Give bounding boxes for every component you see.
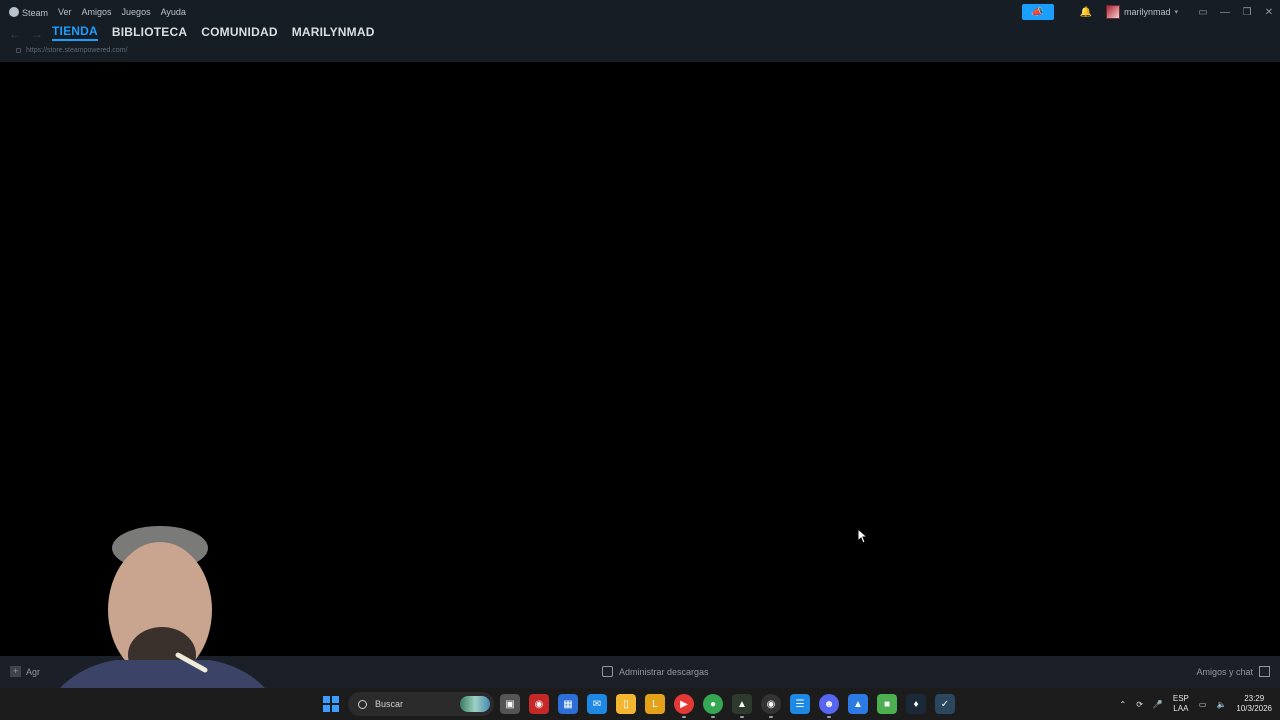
search-highlight-image <box>460 696 490 712</box>
title-bar: Steam Ver Amigos Juegos Ayuda 📣 🔔 marily… <box>0 0 1280 24</box>
steam-icon[interactable]: ✓ <box>935 694 955 714</box>
window-controls-area: 📣 🔔 marilynmad ▾ ▭ — ❐ ✕ <box>1021 0 1280 24</box>
chevron-up-icon[interactable]: ⌃ <box>1119 700 1126 709</box>
manage-downloads-label: Administrar descargas <box>619 666 709 677</box>
download-icon <box>602 666 613 677</box>
network-icon[interactable]: ▭ <box>1199 700 1207 709</box>
obs-icon[interactable]: ◉ <box>761 694 781 718</box>
menu-juegos[interactable]: Juegos <box>122 7 151 17</box>
url-display: https://store.steampowered.com/ <box>16 47 128 54</box>
photos-icon[interactable]: ▲ <box>848 694 868 714</box>
windows-logo-icon <box>332 705 339 712</box>
url-text: https://store.steampowered.com/ <box>26 47 128 54</box>
menu-bar: Steam Ver Amigos Juegos Ayuda <box>0 6 186 18</box>
manage-downloads-button[interactable]: Administrar descargas <box>602 666 709 677</box>
clock-date: 10/3/2026 <box>1236 704 1272 713</box>
chevron-down-icon: ▾ <box>1174 9 1178 16</box>
menu-ayuda[interactable]: Ayuda <box>161 7 186 17</box>
tab-biblioteca[interactable]: BIBLIOTECA <box>112 25 187 39</box>
lock-icon <box>16 48 21 53</box>
store-icon[interactable]: ▦ <box>558 694 578 714</box>
chrome-icon[interactable]: ● <box>703 694 723 718</box>
start-button[interactable] <box>323 696 339 712</box>
minimize-icon: — <box>1220 6 1230 18</box>
friends-chat-button[interactable]: Amigos y chat <box>1196 666 1270 677</box>
mouse-cursor-icon <box>857 528 869 544</box>
menu-ver[interactable]: Ver <box>58 7 72 17</box>
search-label: Buscar <box>375 699 404 709</box>
antivirus-icon[interactable]: ◉ <box>529 694 549 714</box>
megaphone-icon: 📣 <box>1031 6 1044 18</box>
close-button[interactable]: ✕ <box>1258 0 1280 24</box>
history-arrows: ← → <box>9 27 43 41</box>
task-view-icon[interactable]: ▣ <box>500 694 520 714</box>
discord-icon[interactable]: ☻ <box>819 694 839 718</box>
taskbar-apps: ▣ ◉ ▦ ✉ ▯ L ▶ ● ▲ ◉ ☰ ☻ ▲ ■ ♦ ✓ <box>500 694 955 718</box>
system-tray: ⌃ ⟳ 🎤 ESP LAA ▭ 🔈 23:29 10/3/2026 <box>1119 688 1272 720</box>
restore-icon: ❐ <box>1242 6 1252 18</box>
menu-amigos[interactable]: Amigos <box>82 7 112 17</box>
monitor-icon: ▭ <box>1198 6 1208 18</box>
tab-profile[interactable]: MARILYNMAD <box>292 25 375 39</box>
lol-client-icon[interactable]: L <box>645 694 665 714</box>
clock[interactable]: 23:29 10/3/2026 <box>1236 694 1272 714</box>
windows-logo-icon <box>332 696 339 703</box>
username-label: marilynmad <box>1123 7 1171 17</box>
windows-logo-icon <box>323 705 330 712</box>
bell-icon: 🔔 <box>1079 6 1092 18</box>
file-explorer-icon[interactable]: ▯ <box>616 694 636 714</box>
lang-bottom: LAA <box>1173 704 1189 713</box>
nvidia-icon[interactable]: ▲ <box>732 694 752 718</box>
friends-chat-label: Amigos y chat <box>1196 666 1253 677</box>
big-picture-button[interactable]: ▭ <box>1192 0 1214 24</box>
avatar <box>1105 5 1120 19</box>
main-tabs: TIENDA BIBLIOTECA COMUNIDAD MARILYNMAD <box>52 24 375 41</box>
search-icon <box>358 699 367 709</box>
close-icon: ✕ <box>1264 6 1274 18</box>
forward-arrow-icon[interactable]: → <box>31 27 43 41</box>
restore-button[interactable]: ❐ <box>1236 0 1258 24</box>
windows-logo-icon <box>323 696 330 703</box>
tab-tienda[interactable]: TIENDA <box>52 24 98 41</box>
windows-taskbar: Buscar ▣ ◉ ▦ ✉ ▯ L ▶ ● ▲ ◉ ☰ ☻ ▲ ■ ♦ ✓ ⌃… <box>0 688 1280 720</box>
back-arrow-icon[interactable]: ← <box>9 27 21 41</box>
notepad-icon[interactable]: ☰ <box>790 694 810 714</box>
nav-bar: ← → TIENDA BIBLIOTECA COMUNIDAD MARILYNM… <box>0 24 1280 62</box>
minimize-button[interactable]: — <box>1214 0 1236 24</box>
clock-time: 23:29 <box>1244 694 1265 703</box>
language-indicator[interactable]: ESP LAA <box>1173 694 1189 714</box>
outlook-icon[interactable]: ✉ <box>587 694 607 714</box>
account-menu[interactable]: marilynmad ▾ <box>1105 5 1178 19</box>
media-player-icon[interactable]: ▶ <box>674 694 694 718</box>
android-icon[interactable]: ■ <box>877 694 897 714</box>
lang-top: ESP <box>1172 694 1189 703</box>
sync-icon[interactable]: ⟳ <box>1136 700 1143 709</box>
notifications-button[interactable]: 🔔 <box>1080 7 1092 18</box>
volume-icon[interactable]: 🔈 <box>1216 700 1226 709</box>
taskbar-search[interactable]: Buscar <box>348 692 494 716</box>
sidequest-icon[interactable]: ♦ <box>906 694 926 714</box>
menu-steam-label: Steam <box>22 7 49 18</box>
menu-steam[interactable]: Steam <box>9 6 49 18</box>
steam-logo-icon <box>9 6 19 17</box>
microphone-icon[interactable]: 🎤 <box>1153 700 1163 709</box>
chat-icon <box>1259 666 1270 677</box>
announcements-button[interactable]: 📣 <box>1021 4 1054 20</box>
tab-comunidad[interactable]: COMUNIDAD <box>201 25 277 39</box>
